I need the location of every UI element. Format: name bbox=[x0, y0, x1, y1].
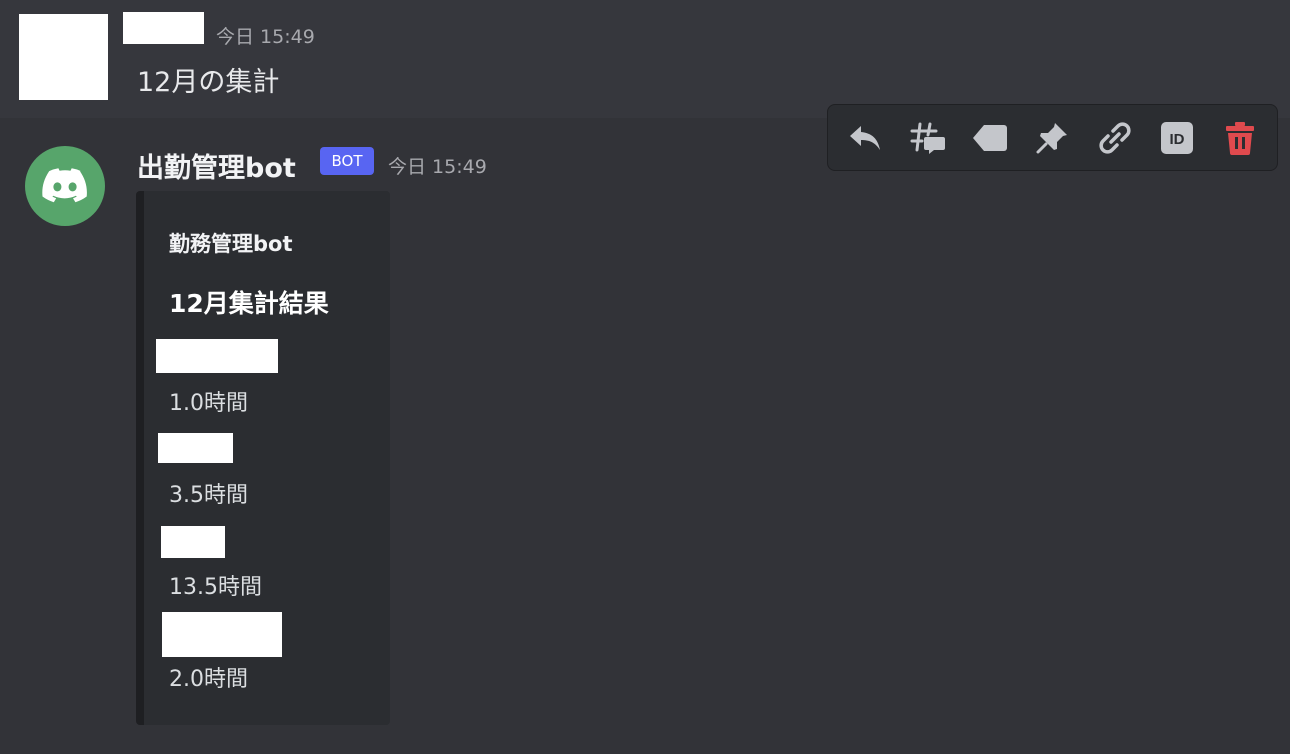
embed-field-value: 13.5時間 bbox=[169, 575, 262, 600]
embed-field-name-redacted bbox=[161, 526, 225, 558]
user-avatar-redacted[interactable] bbox=[19, 14, 108, 100]
delete-button[interactable] bbox=[1214, 112, 1266, 164]
message-actions-toolbar: ID bbox=[827, 104, 1278, 171]
chat-window: 今日 15:49 12月の集計 出勤管理bot BOT 今日 15:49 勤務管… bbox=[0, 0, 1290, 754]
message-timestamp: 今日 15:49 bbox=[388, 156, 487, 178]
message-timestamp: 今日 15:49 bbox=[216, 26, 315, 48]
reply-icon bbox=[850, 125, 881, 150]
embed-title: 12月集計結果 bbox=[169, 289, 329, 318]
embed-field-name-redacted bbox=[162, 612, 282, 657]
embed-author: 勤務管理bot bbox=[169, 232, 293, 256]
trash-icon bbox=[1225, 121, 1254, 155]
embed-field-value: 2.0時間 bbox=[169, 667, 248, 692]
embed-field-value: 3.5時間 bbox=[169, 483, 248, 508]
bot-tag-badge: BOT bbox=[320, 147, 374, 175]
message-content: 12月の集計 bbox=[137, 67, 280, 98]
link-icon bbox=[1099, 121, 1131, 154]
message-user[interactable]: 今日 15:49 12月の集計 bbox=[0, 0, 1290, 118]
embed-card: 勤務管理bot 12月集計結果 1.0時間 3.5時間 13.5時間 2.0時間 bbox=[136, 191, 390, 725]
embed-field-value: 1.0時間 bbox=[169, 391, 248, 416]
bot-avatar[interactable] bbox=[25, 146, 105, 226]
discord-logo-icon bbox=[42, 168, 87, 203]
tag-button[interactable] bbox=[964, 112, 1016, 164]
reply-button[interactable] bbox=[839, 112, 891, 164]
svg-text:ID: ID bbox=[1170, 131, 1185, 148]
message-bot[interactable]: 出勤管理bot BOT 今日 15:49 勤務管理bot 12月集計結果 1.0… bbox=[0, 118, 1290, 754]
embed-field-name-redacted bbox=[156, 339, 278, 373]
create-thread-button[interactable] bbox=[902, 112, 954, 164]
id-icon: ID bbox=[1161, 121, 1194, 154]
tag-icon bbox=[973, 124, 1008, 151]
pin-button[interactable] bbox=[1026, 112, 1078, 164]
copy-link-button[interactable] bbox=[1089, 112, 1141, 164]
pin-icon bbox=[1036, 122, 1068, 153]
thread-icon bbox=[910, 122, 945, 154]
embed-field-name-redacted bbox=[158, 433, 233, 463]
username-redacted[interactable] bbox=[123, 12, 204, 44]
bot-username[interactable]: 出勤管理bot bbox=[137, 146, 296, 185]
copy-id-button[interactable]: ID bbox=[1151, 112, 1203, 164]
